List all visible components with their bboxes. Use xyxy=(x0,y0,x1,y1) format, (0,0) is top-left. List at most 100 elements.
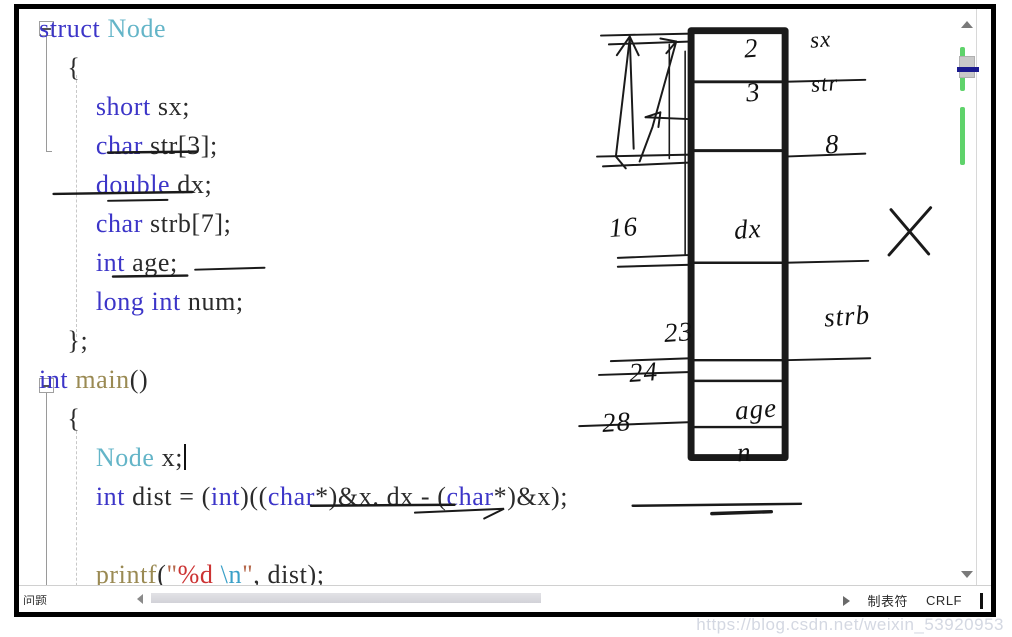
code-token: *) xyxy=(315,482,338,511)
code-line[interactable]: }; xyxy=(39,321,969,360)
code-text-area[interactable]: struct Node { short sx; char str[3]; dou… xyxy=(39,9,969,612)
code-token: age xyxy=(125,248,171,277)
code-token: 7 xyxy=(200,209,215,238)
change-marker-2[interactable] xyxy=(960,107,965,165)
code-token: [ xyxy=(177,131,188,160)
scroll-down-arrow[interactable] xyxy=(961,571,973,578)
status-bar: 问题 制表符 CRLF xyxy=(19,585,991,612)
horizontal-scrollbar-thumb[interactable] xyxy=(151,593,541,603)
code-token: *) xyxy=(493,482,517,511)
scroll-up-arrow[interactable] xyxy=(961,21,973,28)
code-token: int xyxy=(95,482,126,511)
code-token: ; xyxy=(204,170,213,199)
code-token: str xyxy=(142,131,178,160)
code-token: sx xyxy=(150,92,183,121)
status-caret-marker xyxy=(980,592,983,609)
editor-window-frame: struct Node { short sx; char str[3]; dou… xyxy=(14,4,996,617)
code-token: x xyxy=(154,443,176,472)
code-token: struct xyxy=(39,14,101,43)
status-problems-label[interactable]: 问题 xyxy=(23,592,47,605)
code-token: (( xyxy=(249,482,268,511)
scroll-right-arrow[interactable] xyxy=(842,595,850,606)
scrollbar-cursor-highlight xyxy=(957,67,979,72)
code-token: }; xyxy=(67,326,89,355)
code-token: ; xyxy=(170,248,178,277)
code-token: char xyxy=(446,482,494,511)
screenshot-root: struct Node { short sx; char str[3]; dou… xyxy=(0,0,1012,637)
status-indent-mode[interactable]: 制表符 xyxy=(868,591,909,610)
code-token: long xyxy=(95,287,145,316)
code-line[interactable]: { xyxy=(39,48,969,87)
code-token: short xyxy=(95,92,151,121)
code-token: ] xyxy=(214,209,224,238)
code-token: ); xyxy=(550,482,569,511)
code-line[interactable] xyxy=(39,516,969,555)
code-token: int xyxy=(39,365,69,394)
code-token: { xyxy=(67,404,81,433)
code-token: - xyxy=(420,482,438,511)
code-token: Node xyxy=(95,443,155,472)
code-token: 3 xyxy=(187,131,201,160)
horizontal-scrollbar[interactable] xyxy=(137,593,557,604)
editor-window-inner: struct Node { short sx; char str[3]; dou… xyxy=(19,9,991,612)
code-line[interactable]: long int num; xyxy=(39,282,969,321)
code-token: double xyxy=(95,170,171,199)
scrollbar-track-edge xyxy=(976,9,977,612)
vertical-scrollbar[interactable] xyxy=(957,9,979,612)
code-line[interactable]: char strb[7]; xyxy=(39,204,969,243)
code-token: int xyxy=(210,482,241,511)
code-token: ; xyxy=(175,443,184,472)
code-line[interactable]: int dist = (int)((char*)&x. dx - (char*)… xyxy=(39,477,969,516)
status-eol-mode[interactable]: CRLF xyxy=(926,593,962,608)
code-line[interactable]: short sx; xyxy=(39,87,969,126)
code-token: int xyxy=(95,248,126,277)
code-line[interactable]: struct Node xyxy=(39,9,969,48)
code-token: &x xyxy=(337,482,373,511)
code-token: ; xyxy=(235,287,244,316)
code-token: Node xyxy=(107,14,167,43)
code-line[interactable]: { xyxy=(39,399,969,438)
code-token: main xyxy=(75,365,130,394)
code-token: &x xyxy=(516,482,551,511)
code-token: = xyxy=(179,482,202,511)
text-cursor xyxy=(184,444,187,470)
code-token: dist xyxy=(125,482,180,511)
watermark-url: https://blog.csdn.net/weixin_53920953 xyxy=(696,615,1004,634)
code-line[interactable]: double dx; xyxy=(39,165,969,204)
code-token: char xyxy=(267,482,316,511)
code-line[interactable]: int age; xyxy=(39,243,969,282)
code-token: ( xyxy=(437,482,447,511)
code-token: () xyxy=(129,365,149,394)
code-token: ; xyxy=(182,92,191,121)
code-line[interactable]: char str[3]; xyxy=(39,126,969,165)
scroll-left-arrow[interactable] xyxy=(137,594,143,604)
code-token: char xyxy=(95,131,143,160)
code-line[interactable]: Node x; xyxy=(39,438,969,477)
code-token: ( xyxy=(201,482,211,511)
code-token: dx xyxy=(170,170,205,199)
code-token: ; xyxy=(223,209,232,238)
code-token: ; xyxy=(210,131,218,160)
status-right-group: 制表符 CRLF xyxy=(842,591,983,610)
code-token: char xyxy=(95,209,143,238)
code-token: int xyxy=(151,287,181,316)
code-token: num xyxy=(180,287,236,316)
code-token: ) xyxy=(240,482,250,511)
code-token: [ xyxy=(191,209,201,238)
code-token: strb xyxy=(142,209,192,238)
code-token: . xyxy=(372,482,387,511)
code-line[interactable]: int main() xyxy=(39,360,969,399)
